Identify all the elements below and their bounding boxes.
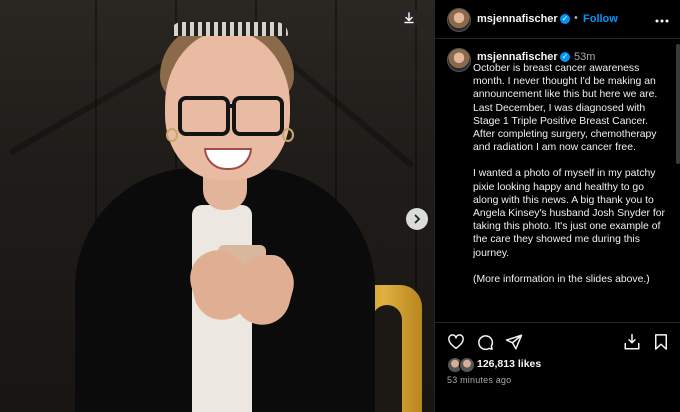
- post-header: msjennafischer ✓ • Follow: [435, 0, 680, 39]
- save-to-collection-icon[interactable]: [623, 333, 641, 351]
- caption-author-avatar[interactable]: [447, 48, 471, 72]
- next-slide-button[interactable]: [406, 208, 428, 230]
- post-caption: October is breast cancer awareness month…: [473, 62, 671, 320]
- barn-brace: [288, 60, 415, 169]
- post-photo[interactable]: [0, 0, 434, 412]
- glasses-lens-left: [178, 96, 230, 136]
- author-avatar[interactable]: [447, 8, 471, 32]
- download-button[interactable]: [398, 7, 420, 29]
- share-icon[interactable]: [505, 333, 523, 351]
- chair-opening: [372, 305, 402, 412]
- more-horizontal-icon: [655, 19, 669, 23]
- author-username[interactable]: msjennafischer: [477, 13, 558, 25]
- liker-avatar[interactable]: [459, 357, 475, 373]
- caption-paragraph: (More information in the slides above.): [473, 273, 650, 285]
- likes-count[interactable]: 126,813 likes: [477, 358, 541, 370]
- actions-divider: [435, 322, 680, 323]
- heart-icon[interactable]: [447, 333, 465, 351]
- verified-badge-icon: ✓: [560, 14, 570, 24]
- post-timestamp[interactable]: 53 minutes ago: [447, 375, 511, 385]
- verified-badge-icon: ✓: [560, 52, 570, 62]
- caption-paragraph: I wanted a photo of myself in my patchy …: [473, 168, 666, 259]
- chevron-right-icon: [414, 214, 421, 224]
- earring: [166, 128, 178, 142]
- caption-paragraph: October is breast cancer awareness month…: [473, 63, 658, 154]
- headband: [170, 22, 288, 36]
- glasses-lens-right: [232, 96, 284, 136]
- follow-button[interactable]: Follow: [583, 13, 618, 25]
- download-icon: [404, 12, 414, 24]
- comment-icon[interactable]: [476, 333, 494, 351]
- earring: [282, 128, 294, 142]
- separator-dot: •: [574, 12, 578, 24]
- comments-scrollbar[interactable]: [676, 44, 680, 164]
- post-side-panel: msjennafischer ✓ • Follow msjennafischer…: [434, 0, 680, 412]
- glasses-bridge: [226, 104, 236, 108]
- bookmark-icon[interactable]: [652, 333, 670, 351]
- more-options-button[interactable]: [655, 10, 669, 26]
